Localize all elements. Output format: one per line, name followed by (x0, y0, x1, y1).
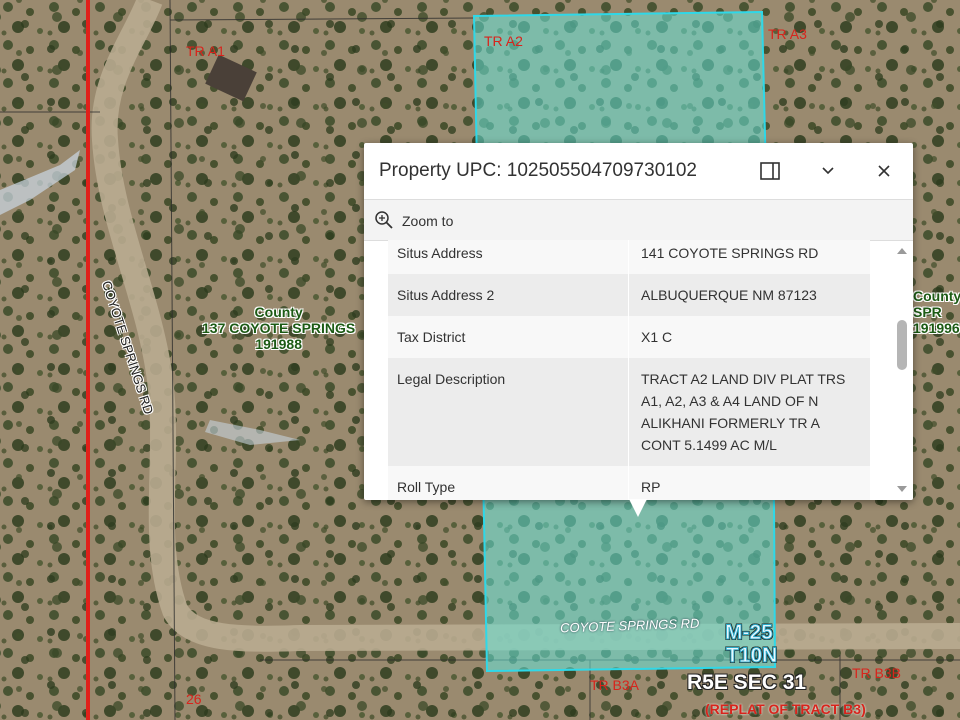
tract-label: TR B3B (852, 665, 902, 681)
zoom-in-icon (375, 211, 393, 229)
scroll-down-icon[interactable] (897, 486, 907, 492)
chevron-down-icon (822, 167, 834, 175)
attribute-table[interactable]: Situs Address 141 COYOTE SPRINGS RD Situ… (388, 240, 870, 500)
dock-button[interactable] (756, 157, 784, 185)
zoom-to-label: Zoom to (402, 213, 454, 229)
tract-label: TR B3A (590, 677, 640, 693)
table-row: Tax District X1 C (388, 316, 870, 358)
popup-header: Property UPC: 102505504709730102 (364, 143, 913, 199)
field-name: Tax District (388, 316, 629, 358)
tract-label: TR A1 (186, 43, 225, 59)
section-label: R5E SEC 31 (687, 671, 807, 694)
table-row: Roll Type RP (388, 466, 870, 500)
replat-label: (REPLAT OF TRACT B3) (705, 701, 866, 717)
tract-label: TR A2 (484, 33, 523, 49)
zoom-to-action[interactable]: Zoom to (364, 199, 913, 241)
close-icon (878, 165, 890, 177)
scrollbar-thumb[interactable] (897, 320, 907, 370)
tract-label: TR A3 (768, 26, 807, 42)
field-name: Roll Type (388, 466, 629, 500)
popup-scrollbar[interactable] (894, 240, 910, 500)
field-value: ALBUQUERQUE NM 87123 (628, 274, 870, 316)
dock-icon (760, 162, 780, 180)
county-parcel-label: County 137 COYOTE SPRINGS 191988 (202, 304, 356, 352)
field-name: Situs Address (388, 240, 629, 274)
table-row: Situs Address 141 COYOTE SPRINGS RD (388, 240, 870, 274)
field-value: 141 COYOTE SPRINGS RD (628, 240, 870, 274)
field-value: X1 C (628, 316, 870, 358)
popup-title: Property UPC: 102505504709730102 (379, 160, 697, 181)
popup-pointer (629, 499, 647, 517)
feature-popup: Property UPC: 102505504709730102 Zoom to… (364, 143, 913, 517)
close-button[interactable] (870, 157, 898, 185)
table-row: Situs Address 2 ALBUQUERQUE NM 87123 (388, 274, 870, 316)
collapse-button[interactable] (814, 157, 842, 185)
field-value: RP (628, 466, 870, 500)
scroll-up-icon[interactable] (897, 248, 907, 254)
section-label: T10N (725, 644, 778, 667)
tract-label: 26 (186, 691, 202, 707)
county-parcel-label: County SPR 191996 (913, 288, 960, 336)
field-name: Legal Description (388, 358, 629, 466)
field-value: TRACT A2 LAND DIV PLAT TRS A1, A2, A3 & … (628, 358, 870, 466)
section-label: M-25 (725, 621, 774, 644)
table-row: Legal Description TRACT A2 LAND DIV PLAT… (388, 358, 870, 466)
field-name: Situs Address 2 (388, 274, 629, 316)
